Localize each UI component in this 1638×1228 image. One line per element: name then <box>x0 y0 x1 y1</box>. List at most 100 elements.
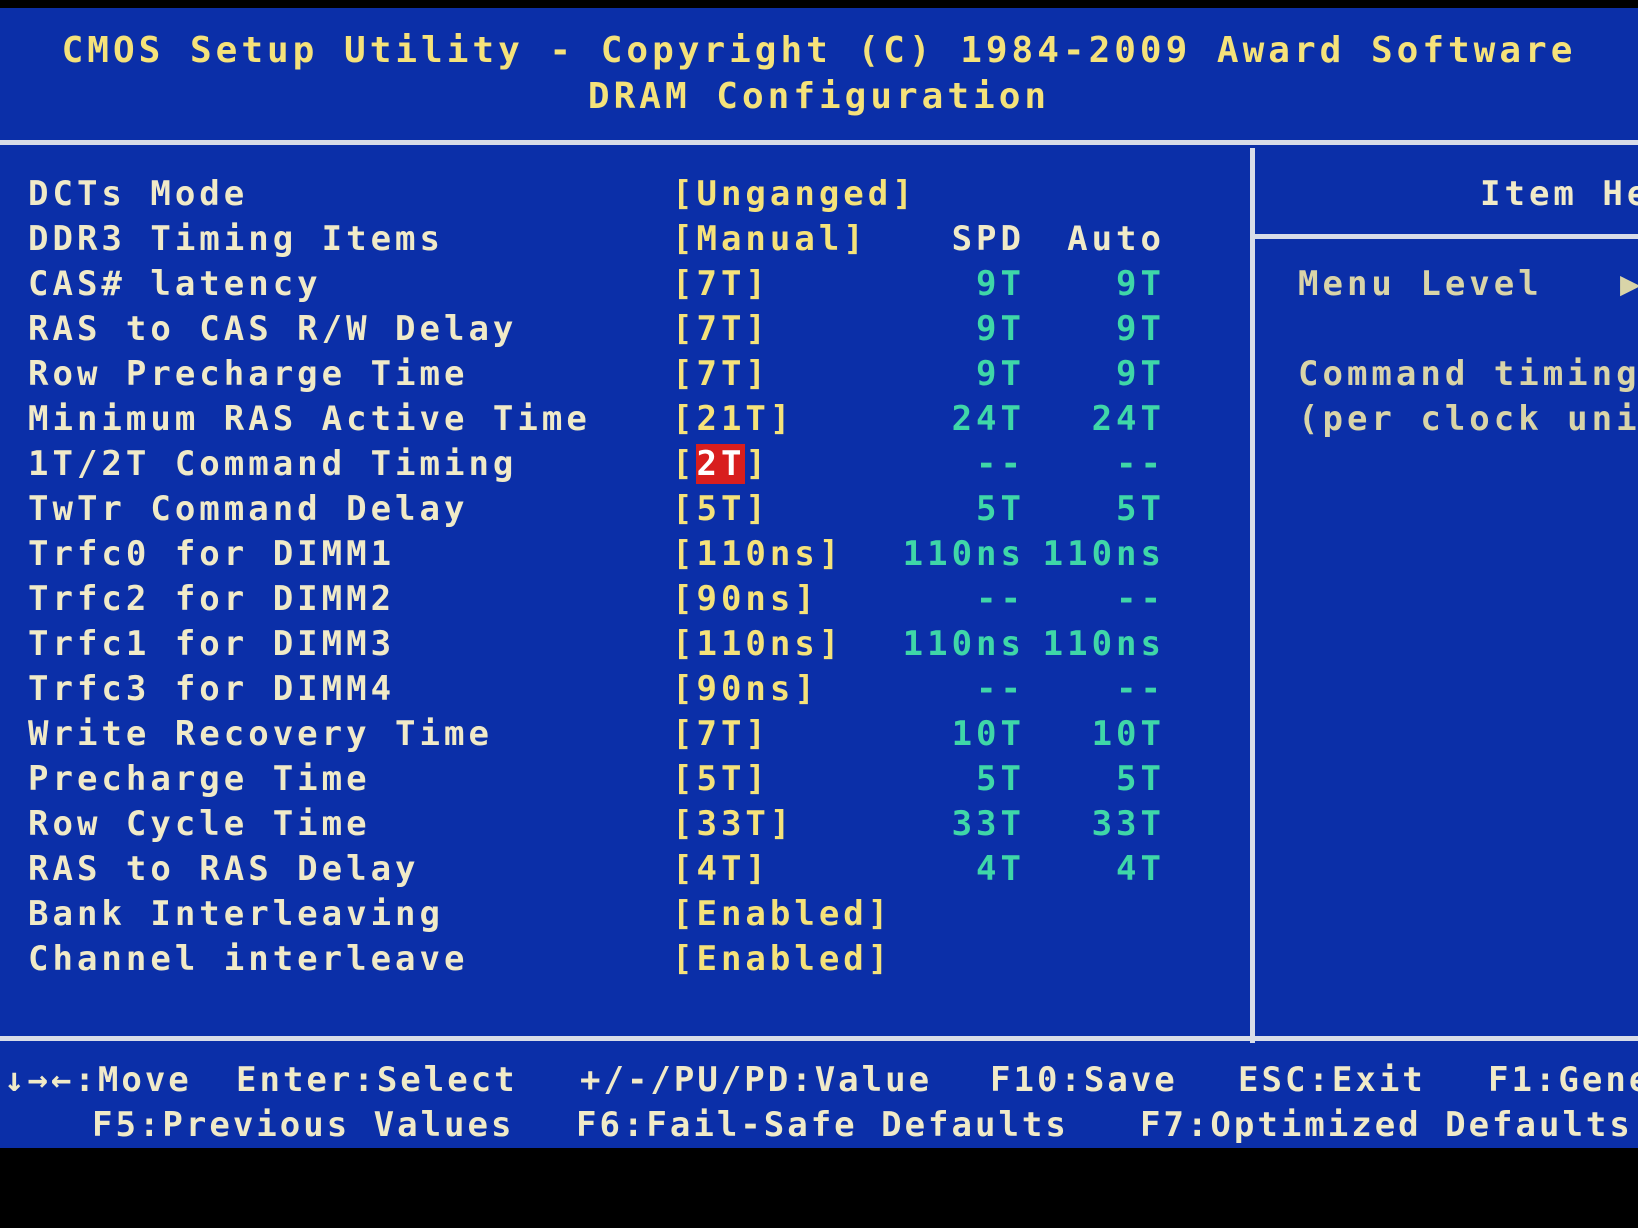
auto-value: 110ns <box>1042 534 1165 574</box>
setting-row-ddr3-timing-items[interactable]: DDR3 Timing Items [Manual] SPD Auto <box>0 219 1250 263</box>
spd-column-header: SPD <box>951 219 1025 259</box>
selected-value-cursor[interactable]: 2T <box>696 444 746 484</box>
setting-value[interactable]: [Enabled] <box>672 894 892 934</box>
menu-level-label: Menu Level <box>1298 264 1543 304</box>
setting-row-row-cycle-time[interactable]: Row Cycle Time [33T] 33T 33T <box>0 804 1250 848</box>
auto-value: 9T <box>1116 354 1165 394</box>
setting-label: Bank Interleaving <box>28 894 444 934</box>
key-hint-select: Enter:Select <box>236 1060 518 1100</box>
setting-label: Trfc0 for DIMM1 <box>28 534 396 574</box>
setting-label: Write Recovery Time <box>28 714 493 754</box>
setting-row-trfc3-dimm4[interactable]: Trfc3 for DIMM4 [90ns] -- -- <box>0 669 1250 713</box>
auto-value: 5T <box>1116 489 1165 529</box>
auto-value: 24T <box>1091 399 1165 439</box>
spd-value: 9T <box>976 354 1025 394</box>
auto-value: -- <box>1116 579 1165 619</box>
top-divider <box>0 140 1638 145</box>
setting-row-trfc1-dimm3[interactable]: Trfc1 for DIMM3 [110ns] 110ns 110ns <box>0 624 1250 668</box>
key-hint-optimized-defaults: F7:Optimized Defaults <box>1140 1105 1633 1145</box>
spd-value: 9T <box>976 309 1025 349</box>
setting-value[interactable]: [2T] <box>672 444 770 484</box>
setting-label: CAS# latency <box>28 264 322 304</box>
setting-value[interactable]: [7T] <box>672 354 770 394</box>
setting-row-trfc2-dimm2[interactable]: Trfc2 for DIMM2 [90ns] -- -- <box>0 579 1250 623</box>
setting-label: Precharge Time <box>28 759 371 799</box>
spd-value: -- <box>976 444 1025 484</box>
setting-value[interactable]: [110ns] <box>672 624 843 664</box>
setting-label: Trfc1 for DIMM3 <box>28 624 396 664</box>
panel-divider <box>1250 148 1255 1043</box>
setting-value[interactable]: [4T] <box>672 849 770 889</box>
auto-value: 33T <box>1091 804 1165 844</box>
setting-row-write-recovery-time[interactable]: Write Recovery Time [7T] 10T 10T <box>0 714 1250 758</box>
auto-value: -- <box>1116 669 1165 709</box>
setting-row-precharge-time[interactable]: Precharge Time [5T] 5T 5T <box>0 759 1250 803</box>
auto-value: 9T <box>1116 309 1165 349</box>
setting-row-bank-interleaving[interactable]: Bank Interleaving [Enabled] <box>0 894 1250 938</box>
setting-value[interactable]: [90ns] <box>672 579 819 619</box>
auto-value: 10T <box>1091 714 1165 754</box>
setting-value[interactable]: [33T] <box>672 804 794 844</box>
key-hint-value: +/-/PU/PD:Value <box>580 1060 933 1100</box>
setting-value[interactable]: [Unganged] <box>672 174 917 214</box>
setting-label: TwTr Command Delay <box>28 489 469 529</box>
setting-label: Trfc3 for DIMM4 <box>28 669 396 709</box>
auto-value: 4T <box>1116 849 1165 889</box>
setting-row-twtr-command-delay[interactable]: TwTr Command Delay [5T] 5T 5T <box>0 489 1250 533</box>
spd-value: 5T <box>976 489 1025 529</box>
setting-label: Row Cycle Time <box>28 804 371 844</box>
spd-value: 10T <box>951 714 1025 754</box>
spd-value: 24T <box>951 399 1025 439</box>
spd-value: 5T <box>976 759 1025 799</box>
auto-column-header: Auto <box>1067 219 1165 259</box>
help-text-line-1: Command timing <box>1298 354 1638 394</box>
spd-value: 9T <box>976 264 1025 304</box>
auto-value: 9T <box>1116 264 1165 304</box>
page-title: DRAM Configuration <box>587 76 1051 117</box>
menu-level-arrow-icon: ▶ <box>1620 264 1638 304</box>
key-hint-exit: ESC:Exit <box>1238 1060 1426 1100</box>
setting-row-trfc0-dimm1[interactable]: Trfc0 for DIMM1 [110ns] 110ns 110ns <box>0 534 1250 578</box>
help-divider <box>1255 234 1638 239</box>
auto-value: -- <box>1116 444 1165 484</box>
setting-row-ras-to-ras-delay[interactable]: RAS to RAS Delay [4T] 4T 4T <box>0 849 1250 893</box>
spd-value: 33T <box>951 804 1025 844</box>
setting-value[interactable]: [21T] <box>672 399 794 439</box>
bios-screen: CMOS Setup Utility - Copyright (C) 1984-… <box>0 8 1638 1148</box>
setting-row-channel-interleave[interactable]: Channel interleave [Enabled] <box>0 939 1250 983</box>
spd-value: -- <box>976 669 1025 709</box>
auto-value: 5T <box>1116 759 1165 799</box>
setting-label: RAS to CAS R/W Delay <box>28 309 518 349</box>
setting-value[interactable]: [5T] <box>672 759 770 799</box>
setting-value[interactable]: [7T] <box>672 714 770 754</box>
setting-value[interactable]: [Manual] <box>672 219 868 259</box>
help-text-line-2: (per clock uni <box>1298 399 1638 439</box>
bracket-open: [ <box>672 444 697 484</box>
setting-label: Channel interleave <box>28 939 469 979</box>
setting-value[interactable]: [Enabled] <box>672 939 892 979</box>
spd-value: 4T <box>976 849 1025 889</box>
setting-row-command-timing[interactable]: 1T/2T Command Timing [2T] -- -- <box>0 444 1250 488</box>
spd-value: 110ns <box>902 534 1025 574</box>
key-hint-general-help: F1:Gene <box>1488 1060 1638 1100</box>
spd-value: 110ns <box>902 624 1025 664</box>
setting-row-row-precharge-time[interactable]: Row Precharge Time [7T] 9T 9T <box>0 354 1250 398</box>
setting-value[interactable]: [7T] <box>672 309 770 349</box>
setting-row-min-ras-active-time[interactable]: Minimum RAS Active Time [21T] 24T 24T <box>0 399 1250 443</box>
setting-label: RAS to RAS Delay <box>28 849 420 889</box>
bios-title: CMOS Setup Utility - Copyright (C) 1984-… <box>61 30 1577 71</box>
setting-label: Row Precharge Time <box>28 354 469 394</box>
setting-value[interactable]: [90ns] <box>672 669 819 709</box>
setting-label: DDR3 Timing Items <box>28 219 444 259</box>
bottom-divider <box>0 1036 1638 1041</box>
setting-row-ras-to-cas-delay[interactable]: RAS to CAS R/W Delay [7T] 9T 9T <box>0 309 1250 353</box>
setting-value[interactable]: [110ns] <box>672 534 843 574</box>
key-hint-save: F10:Save <box>990 1060 1178 1100</box>
setting-value[interactable]: [7T] <box>672 264 770 304</box>
key-hint-previous-values: F5:Previous Values <box>92 1105 515 1145</box>
setting-label: Trfc2 for DIMM2 <box>28 579 396 619</box>
setting-row-cas-latency[interactable]: CAS# latency [7T] 9T 9T <box>0 264 1250 308</box>
setting-value[interactable]: [5T] <box>672 489 770 529</box>
spd-value: -- <box>976 579 1025 619</box>
setting-row-dcts-mode[interactable]: DCTs Mode [Unganged] <box>0 174 1250 218</box>
